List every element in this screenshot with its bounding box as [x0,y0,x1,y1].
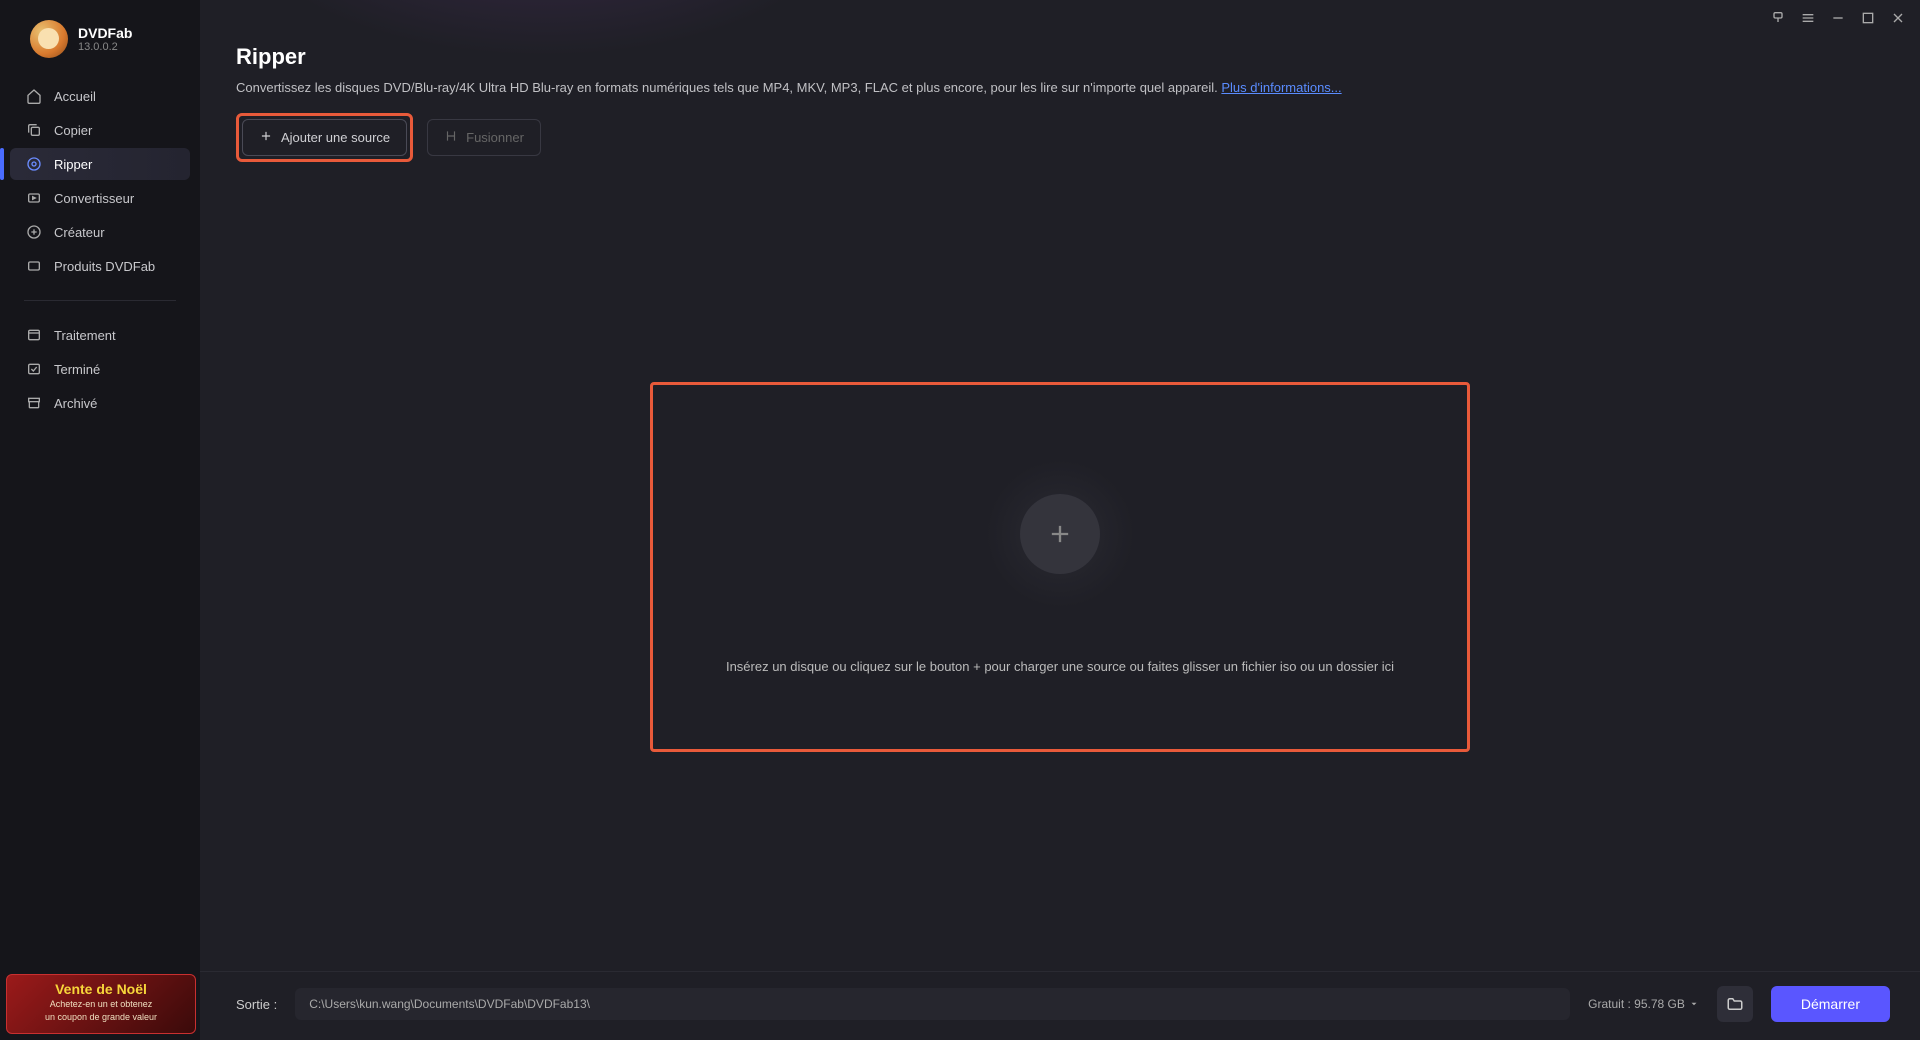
more-info-link[interactable]: Plus d'informations... [1221,80,1341,95]
promo-banner[interactable]: Vente de Noël Achetez-en un et obtenez u… [6,974,196,1034]
drop-area: Insérez un disque ou cliquez sur le bout… [236,182,1884,951]
sidebar-item-copy[interactable]: Copier [10,114,190,146]
minimize-icon[interactable] [1830,10,1846,26]
maximize-icon[interactable] [1860,10,1876,26]
done-icon [26,361,42,377]
free-space-label: Gratuit : 95.78 GB [1588,997,1685,1011]
drop-hint-text: Insérez un disque ou cliquez sur le bout… [726,659,1394,674]
process-icon [26,327,42,343]
add-source-highlight: Ajouter une source [236,113,413,162]
logo-area: DVDFab 13.0.0.2 [0,0,200,74]
sidebar-item-home[interactable]: Accueil [10,80,190,112]
promo-line2: un coupon de grande valeur [15,1012,187,1023]
start-button[interactable]: Démarrer [1771,986,1890,1022]
add-source-label: Ajouter une source [281,130,390,145]
app-logo-icon [30,20,68,58]
chevron-down-icon [1689,999,1699,1009]
merge-button[interactable]: Fusionner [427,119,541,156]
app-version: 13.0.0.2 [78,41,132,53]
menu-icon[interactable] [1800,10,1816,26]
home-icon [26,88,42,104]
promo-title: Vente de Noël [15,981,187,997]
sidebar-item-label: Produits DVDFab [54,259,155,274]
main-panel: Ripper Convertissez les disques DVD/Blu-… [200,0,1920,1040]
sidebar-item-archive[interactable]: Archivé [10,387,190,419]
sidebar-item-label: Accueil [54,89,96,104]
sidebar-item-processing[interactable]: Traitement [10,319,190,351]
merge-icon [444,129,458,146]
sidebar-item-label: Archivé [54,396,97,411]
secondary-nav: Traitement Terminé Archivé [0,313,200,425]
sidebar-item-converter[interactable]: Convertisseur [10,182,190,214]
sidebar-item-label: Terminé [54,362,100,377]
archive-icon [26,395,42,411]
drop-plus-button[interactable] [1020,494,1100,574]
sidebar-item-creator[interactable]: Créateur [10,216,190,248]
footer: Sortie : Gratuit : 95.78 GB Démarrer [200,971,1920,1040]
app-name: DVDFab [78,25,132,41]
sidebar-item-products[interactable]: Produits DVDFab [10,250,190,282]
sidebar-item-label: Copier [54,123,92,138]
page-description-text: Convertissez les disques DVD/Blu-ray/4K … [236,80,1218,95]
folder-icon [1726,995,1744,1013]
browse-folder-button[interactable] [1717,986,1753,1022]
free-space-dropdown[interactable]: Gratuit : 95.78 GB [1588,997,1699,1011]
titlebar [200,0,1920,36]
plus-icon [259,129,273,146]
page-title: Ripper [236,44,1884,70]
sidebar-item-label: Convertisseur [54,191,134,206]
sidebar-item-label: Ripper [54,157,92,172]
nav-divider [24,300,176,301]
merge-label: Fusionner [466,130,524,145]
pin-icon[interactable] [1770,10,1786,26]
rip-icon [26,156,42,172]
page-description: Convertissez les disques DVD/Blu-ray/4K … [236,80,1884,95]
sidebar: DVDFab 13.0.0.2 Accueil Copier Ripper Co… [0,0,200,1040]
output-path-input[interactable] [295,988,1570,1020]
sidebar-item-label: Traitement [54,328,116,343]
close-icon[interactable] [1890,10,1906,26]
promo-line1: Achetez-en un et obtenez [15,999,187,1010]
drop-plus-glow [985,459,1135,609]
primary-nav: Accueil Copier Ripper Convertisseur Créa… [0,74,200,288]
convert-icon [26,190,42,206]
sidebar-item-label: Créateur [54,225,105,240]
sidebar-item-ripper[interactable]: Ripper [10,148,190,180]
plus-icon [1046,520,1074,548]
drop-box-highlight[interactable]: Insérez un disque ou cliquez sur le bout… [650,382,1470,752]
sidebar-item-done[interactable]: Terminé [10,353,190,385]
copy-icon [26,122,42,138]
products-icon [26,258,42,274]
output-label: Sortie : [236,997,277,1012]
add-source-button[interactable]: Ajouter une source [242,119,407,156]
create-icon [26,224,42,240]
action-row: Ajouter une source Fusionner [236,113,1884,162]
